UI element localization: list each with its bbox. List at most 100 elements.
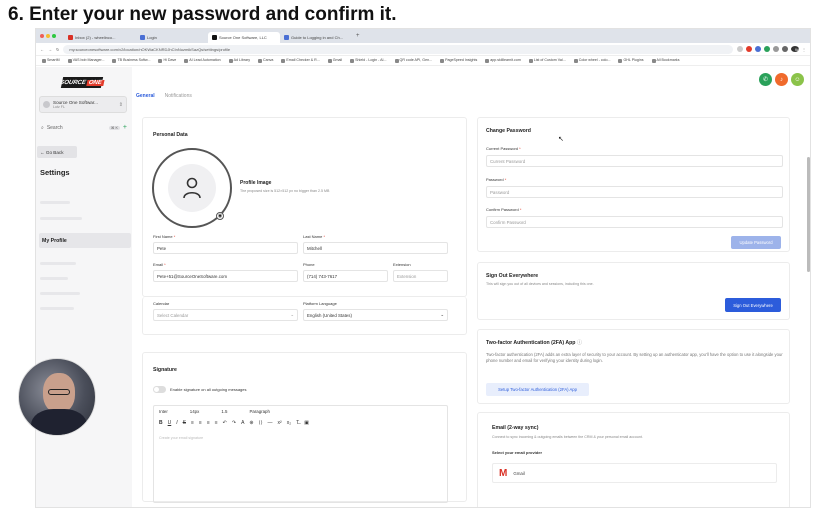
browser-tab-inbox[interactable]: Inbox (2) - wheelinco... (64, 32, 136, 43)
clear-format-icon[interactable]: T̶ (296, 420, 299, 426)
image-icon[interactable]: ▣ (304, 420, 309, 426)
browser-tab-source-one[interactable]: Source One Software, LLC (208, 32, 280, 43)
bookmark-item[interactable]: app.skilllearnit.com (485, 58, 521, 63)
link-icon[interactable]: ⊕ (249, 420, 253, 426)
bookmark-item[interactable]: Color wheel - colo... (573, 58, 611, 63)
url-input[interactable]: my.sourceonesoftware.com/v2/location/nOK… (63, 44, 733, 54)
forward-arrow-icon[interactable]: → (48, 47, 52, 52)
email-input[interactable]: Pete+51@SourceOneSoftware.com (153, 270, 298, 282)
chevron-updown-icon: ⇕ (118, 101, 123, 108)
extension-icon[interactable] (764, 46, 770, 52)
quick-add-icon[interactable]: + (123, 124, 127, 131)
bookmark-item[interactable]: Email Checker & R... (281, 58, 320, 63)
extension-icon[interactable] (737, 46, 743, 52)
gmail-provider-option[interactable]: M Gmail (492, 463, 777, 483)
phone-input[interactable]: (714) 743-7617 (303, 270, 388, 282)
align-center-icon[interactable]: ≡ (199, 420, 202, 426)
change-password-heading: Change Password (486, 128, 531, 134)
bookmark-item[interactable]: AI Lead Automation (184, 58, 221, 63)
font-family-select[interactable]: Inter (159, 409, 168, 414)
bookmark-label: List of Custom Val... (533, 58, 566, 63)
redo-icon[interactable]: ↷ (232, 420, 236, 426)
extension-icon[interactable] (782, 46, 788, 52)
extension-icon[interactable] (746, 46, 752, 52)
browser-profile-button[interactable]: Work (791, 46, 804, 52)
browser-tab-login[interactable]: Login (136, 32, 208, 43)
paragraph-style-select[interactable]: Paragraph (249, 409, 270, 414)
back-arrow-icon[interactable]: ← (40, 47, 44, 52)
text-color-icon[interactable]: A (241, 420, 244, 426)
browser-menu-icon[interactable]: ⋮ (802, 47, 806, 52)
calendar-select[interactable]: Select Calendar ⌄ (153, 309, 298, 321)
bookmark-item[interactable]: PageSpeed Insights (440, 58, 477, 63)
close-window-icon[interactable] (40, 34, 44, 38)
first-name-input[interactable]: Pete (153, 242, 298, 254)
setup-2fa-button[interactable]: Setup Two-factor Authentication (2FA) Ap… (486, 383, 589, 396)
browser-tab-guide[interactable]: Guide to Logging in and Ch... (280, 32, 352, 43)
align-left-icon[interactable]: ≡ (191, 420, 194, 426)
tab-notifications[interactable]: Notifications (165, 93, 192, 99)
bookmark-item[interactable]: Ad Library (228, 58, 250, 63)
code-icon[interactable]: ⟨⟩ (259, 420, 263, 426)
language-select[interactable]: English (United States) ⌄ (303, 309, 448, 321)
strikethrough-icon[interactable]: S (183, 420, 186, 426)
hr-icon[interactable]: — (268, 420, 273, 426)
maximize-window-icon[interactable] (52, 34, 56, 38)
bookmark-item[interactable]: QR code API, Gen... (394, 58, 432, 63)
browser-tab-bar: Inbox (2) - wheelinco... Login Source On… (36, 29, 810, 43)
page-scrollbar[interactable] (807, 157, 810, 272)
align-right-icon[interactable]: ≡ (207, 420, 210, 426)
bookmark-item[interactable]: Gmail (327, 58, 343, 63)
superscript-icon[interactable]: x² (278, 420, 282, 426)
settings-heading: Settings (40, 168, 70, 177)
bookmark-item[interactable]: SmartM (42, 58, 60, 63)
bookmark-favicon-icon (440, 58, 445, 63)
underline-icon[interactable]: U (168, 420, 172, 426)
bookmark-item[interactable]: GHL Plugins (618, 58, 644, 63)
user-avatar[interactable]: ☺ (791, 73, 804, 86)
bold-icon[interactable]: B (159, 420, 163, 426)
undo-icon[interactable]: ↶ (223, 420, 227, 426)
italic-icon[interactable]: I (176, 420, 177, 426)
tab-general[interactable]: General (136, 93, 155, 99)
reload-icon[interactable]: ↻ (56, 47, 59, 52)
new-password-input[interactable]: Password (486, 186, 783, 198)
align-justify-icon[interactable]: ≡ (215, 420, 218, 426)
font-size-select[interactable]: 14px (190, 409, 200, 414)
current-password-input[interactable]: Current Password (486, 155, 783, 167)
bookmark-label: Gmail (332, 58, 343, 63)
extension-icon[interactable] (773, 46, 779, 52)
bookmark-item[interactable]: TB Business Softw... (112, 58, 150, 63)
camera-edit-icon[interactable]: ◉ (216, 212, 224, 220)
signature-toggle[interactable] (153, 386, 166, 393)
confirm-password-input[interactable]: Confirm Password (486, 216, 783, 228)
minimize-window-icon[interactable] (46, 34, 50, 38)
bookmark-item[interactable]: VAS bob Manager... (67, 58, 104, 63)
bookmark-label: Color wheel - colo... (578, 58, 611, 63)
update-password-button[interactable]: Update Password (731, 236, 781, 249)
bookmark-item[interactable]: Canva (258, 58, 273, 63)
sign-out-everywhere-card: Sign Out Everywhere This will sign you o… (477, 262, 790, 320)
bookmark-item[interactable]: All Bookmarks (651, 58, 680, 63)
new-tab-icon[interactable]: + (356, 33, 360, 39)
bookmark-item[interactable]: Hi Dave (158, 58, 177, 63)
bookmark-item[interactable]: Shield - Login - AI... (350, 58, 387, 63)
subscript-icon[interactable]: x₂ (287, 420, 291, 426)
signature-editor[interactable]: Inter 14px 1.5 Paragraph BUIS ≡ ≡ ≡ ≡ ↶ ↷ A ⊕ ⟨… (153, 405, 448, 503)
extension-icon[interactable] (755, 46, 761, 52)
sidebar-item-my-profile[interactable]: My Profile (39, 233, 131, 248)
notification-bell-icon[interactable]: ♪ (775, 73, 788, 86)
sign-out-everywhere-button[interactable]: Sign Out Everywhere (725, 298, 781, 312)
phone-icon[interactable]: ✆ (759, 73, 772, 86)
last-name-input[interactable]: Mitchell (303, 242, 448, 254)
profile-image-frame[interactable]: ◉ (152, 148, 232, 228)
bookmark-item[interactable]: List of Custom Val... (528, 58, 566, 63)
bookmark-label: Hi Dave (163, 58, 177, 63)
info-icon[interactable]: ⓘ (577, 340, 582, 346)
first-name-label: First Name * (153, 234, 175, 239)
account-switcher[interactable]: Source One Softwar... Lutz FL ⇕ (39, 96, 127, 113)
sidebar-search[interactable]: ⌕ Search ⌘ K + (41, 124, 127, 131)
extension-input[interactable]: Extension (393, 270, 448, 282)
line-height-select[interactable]: 1.5 (221, 409, 227, 414)
go-back-button[interactable]: ← Go Back (37, 146, 77, 158)
